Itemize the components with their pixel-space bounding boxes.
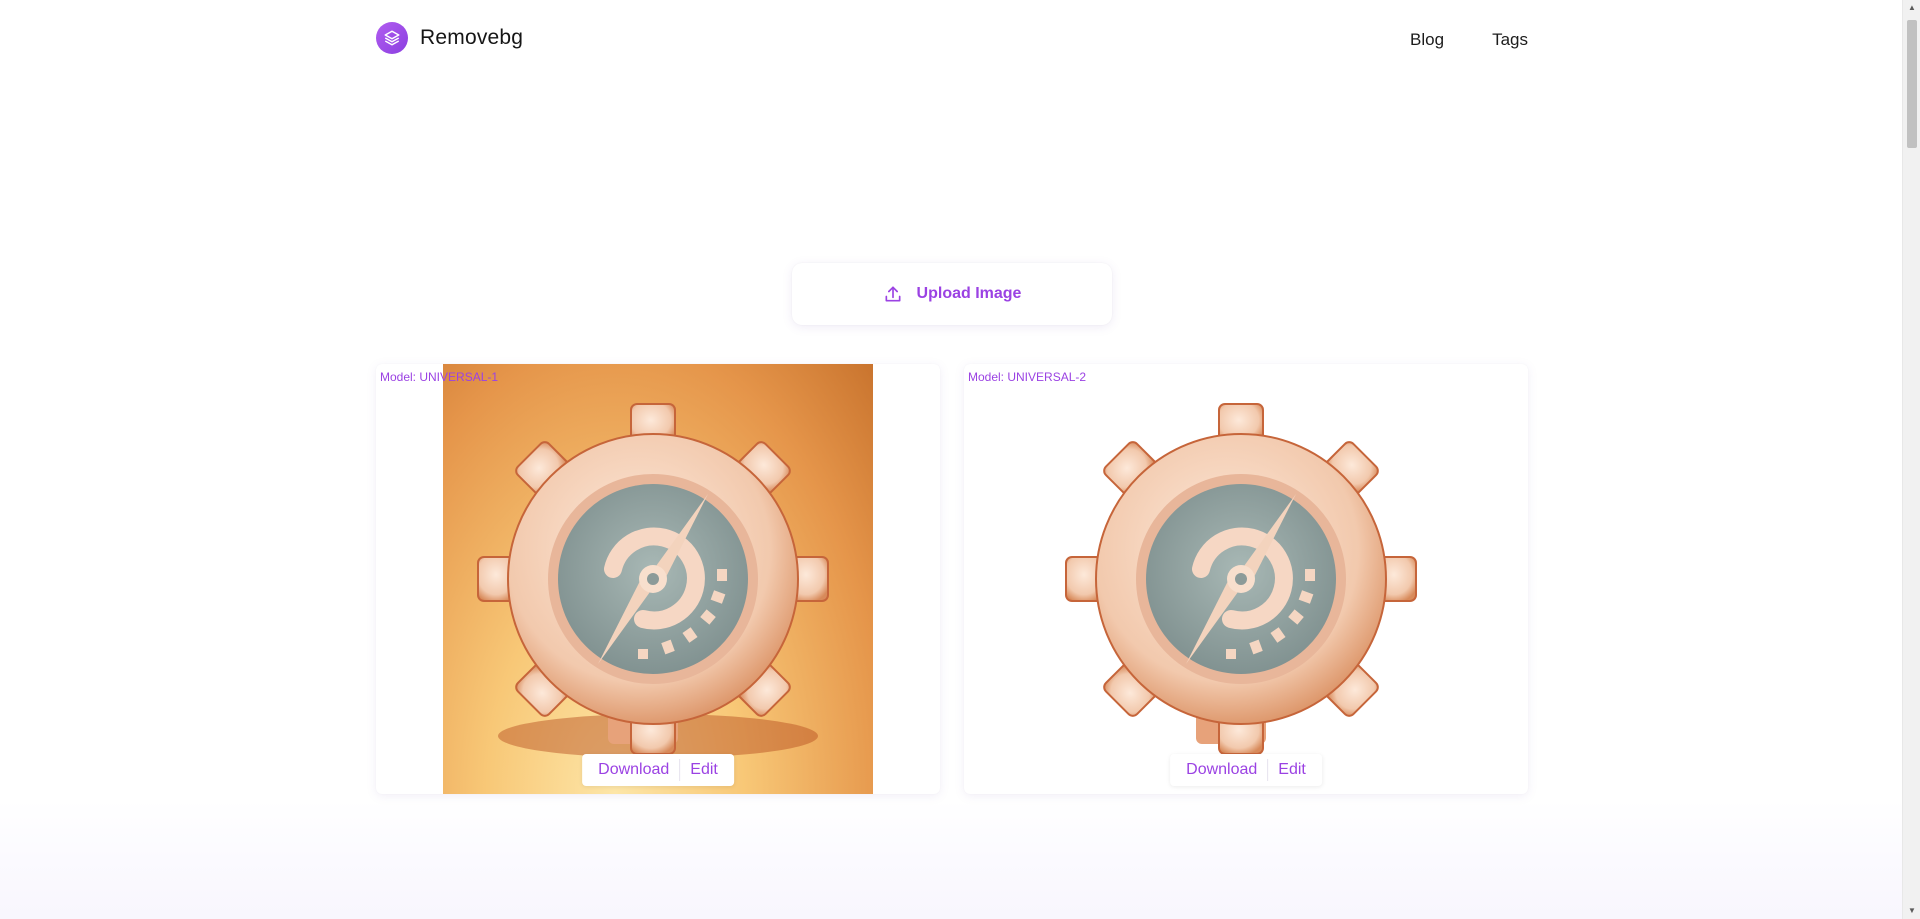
nav-blog-link[interactable]: Blog — [1410, 30, 1444, 50]
upload-icon — [885, 286, 901, 302]
page: Removebg Blog Tags Upload Image Model: U… — [0, 0, 1902, 919]
upload-label: Upload Image — [916, 285, 1022, 302]
upload-image-button[interactable]: Upload Image — [792, 263, 1112, 325]
nav-tags-link[interactable]: Tags — [1492, 30, 1528, 50]
brand[interactable]: Removebg — [376, 22, 523, 54]
edit-button[interactable]: Edit — [1268, 754, 1316, 786]
gear-gauge-illustration — [477, 403, 829, 758]
vertical-scrollbar[interactable]: ▲ ▼ — [1902, 0, 1920, 919]
scrollbar-thumb[interactable] — [1907, 20, 1917, 148]
model-label: Model: UNIVERSAL-1 — [380, 370, 499, 384]
scroll-up-arrow-icon[interactable]: ▲ — [1903, 0, 1920, 16]
edit-button[interactable]: Edit — [680, 754, 728, 786]
result-image-background-removed — [1031, 364, 1461, 794]
download-button[interactable]: Download — [588, 754, 679, 786]
result-card-universal-2: Model: UNIVERSAL-2 Download Edit — [964, 364, 1528, 794]
download-button[interactable]: Download — [1176, 754, 1267, 786]
gear-gauge-illustration — [1065, 403, 1417, 755]
scroll-down-arrow-icon[interactable]: ▼ — [1903, 903, 1920, 919]
result-actions: Download Edit — [582, 754, 734, 786]
site-header: Removebg Blog Tags — [376, 22, 1528, 62]
brand-name: Removebg — [420, 26, 524, 49]
result-actions: Download Edit — [1170, 754, 1322, 786]
model-label: Model: UNIVERSAL-2 — [968, 370, 1087, 384]
result-image-with-background — [443, 364, 873, 794]
result-card-universal-1: Model: UNIVERSAL-1 Download Edit — [376, 364, 940, 794]
layers-icon — [376, 22, 408, 54]
main-nav: Blog Tags — [1410, 30, 1528, 50]
